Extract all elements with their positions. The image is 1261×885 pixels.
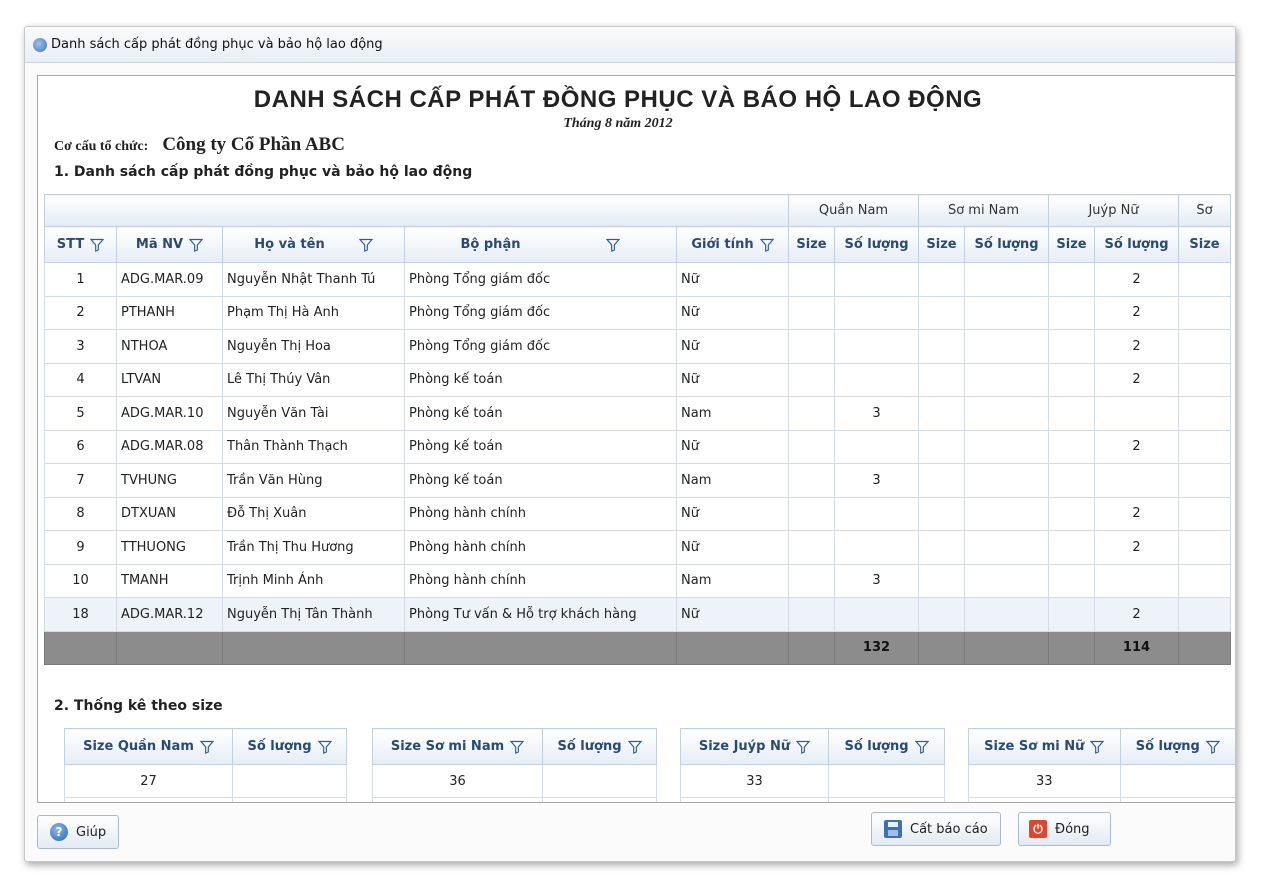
table-row[interactable]: 9 TTHUONG Trần Thị Thu Hương Phòng hành chí… [44,530,1231,565]
stat-col-qty[interactable]: Số lượng [232,728,347,765]
stat-col-qty[interactable]: Số lượng [1119,728,1235,765]
table-row[interactable]: 33 [680,764,945,798]
filter-icon[interactable] [199,740,214,754]
filter-icon[interactable] [510,740,525,754]
table-row[interactable]: 27 [64,764,347,798]
filter-icon[interactable] [189,238,204,252]
col-quan-nam-qty[interactable]: Số lượng [834,226,919,263]
filter-icon[interactable] [90,238,105,252]
stat-table-quan-nam: Size Quần Nam Số lượng 27 28 [64,728,347,802]
section1-title: 1. Danh sách cấp phát đồng phục và bảo h… [54,164,473,180]
col-ho-ten[interactable]: Họ và tên [222,226,405,263]
report-subtitle: Tháng 8 năm 2012 [563,116,673,131]
table-row[interactable]: 1 ADG.MAR.09 Nguyễn Nhật Thanh Tú Phòng Tổn… [44,262,1231,297]
group-so-mi-nam: Sơ mi Nam [918,194,1049,227]
total-quan-nam: 132 [834,630,919,665]
col-ma-nv[interactable]: Mã NV [116,226,223,263]
table-row[interactable]: 5 ADG.MAR.10 Nguyễn Văn Tài Phòng kế toán Na… [44,396,1231,431]
col-juyp-nu-size[interactable]: Size [1048,226,1095,263]
close-icon: ⏻ [1029,820,1047,838]
table-row[interactable]: 10 TMANH Trịnh Minh Ánh Phòng hành chính Nam… [44,563,1231,598]
filter-icon[interactable] [796,740,811,754]
section2-title: 2. Thống kê theo size [54,698,223,714]
org-value: Công ty Cổ Phần ABC [162,134,345,155]
report-content[interactable]: DANH SÁCH CẤP PHÁT ĐỒNG PHỤC VÀ BÁO HỘ L… [37,75,1235,803]
filter-icon[interactable] [317,740,332,754]
stat-table-juyp-nu: Size Juýp Nữ Số lượng 33 34 [680,728,945,802]
table-row[interactable]: 8 DTXUAN Đỗ Thị Xuân Phòng hành chính Nữ 2 [44,496,1231,531]
filter-icon[interactable] [1205,740,1220,754]
table-row[interactable]: 37 [372,797,657,802]
table-row[interactable]: 2 PTHANH Phạm Thị Hà Anh Phòng Tổng giám đố… [44,295,1231,330]
group-so-mi-nu: Sơ [1178,194,1231,227]
col-bo-phan[interactable]: Bộ phận [404,226,677,263]
table-row[interactable]: 34 [968,797,1235,802]
table-row[interactable]: 34 [680,797,945,802]
table-row[interactable]: 36 [372,764,657,798]
col-so-mi-nu-size[interactable]: Size [1178,226,1231,263]
report-title: DANH SÁCH CẤP PHÁT ĐỒNG PHỤC VÀ BÁO HỘ L… [253,86,983,113]
table-row-selected[interactable]: 18 ADG.MAR.12 Nguyễn Thị Tân Thành Phòng Tư… [44,597,1231,632]
title-bar: Danh sách cấp phát đồng phục và bảo hộ l… [25,27,1235,63]
help-button[interactable]: ? Giúp [37,815,120,849]
stat-table-so-mi-nu: Size Sơ mi Nữ Số lượng 33 34 [968,728,1235,802]
group-juyp-nu: Juýp Nữ [1048,194,1179,227]
close-button[interactable]: ⏻ Đóng [1018,812,1111,846]
filter-icon[interactable] [759,238,774,252]
allocation-grid: Quần Nam Sơ mi Nam Juýp Nữ Sơ STT Mã NV … [44,194,1231,665]
filter-icon[interactable] [606,238,621,252]
org-structure: Cơ cấu tổ chức: Công ty Cổ Phần ABC [54,134,345,156]
table-row[interactable]: 7 TVHUNG Trần Văn Hùng Phòng kế toán Nam 3 [44,463,1231,498]
filter-icon[interactable] [914,740,929,754]
org-label: Cơ cấu tổ chức: [54,139,149,154]
stat-col-size[interactable]: Size Sơ mi Nam [372,728,543,765]
filter-icon[interactable] [1090,740,1105,754]
report-window: Danh sách cấp phát đồng phục và bảo hộ l… [24,26,1236,862]
col-stt[interactable]: STT [44,226,117,263]
total-row: 132 114 [44,630,1231,665]
col-so-mi-nam-size[interactable]: Size [918,226,965,263]
table-row[interactable]: 6 ADG.MAR.08 Thân Thành Thạch Phòng kế toán… [44,429,1231,464]
table-row[interactable]: 4 LTVAN Lê Thị Thúy Vân Phòng kế toán Nữ 2 [44,362,1231,397]
col-juyp-nu-qty[interactable]: Số lượng [1094,226,1179,263]
help-icon: ? [50,823,68,841]
stat-col-qty[interactable]: Số lượng [828,728,945,765]
filter-icon[interactable] [627,740,642,754]
col-gioi-tinh[interactable]: Giới tính [676,226,789,263]
window-title: Danh sách cấp phát đồng phục và bảo hộ l… [51,37,383,52]
save-icon [884,820,902,838]
col-quan-nam-size[interactable]: Size [788,226,835,263]
table-row[interactable]: 3 NTHOA Nguyễn Thị Hoa Phòng Tổng giám đốc N… [44,329,1231,364]
band-empty [44,194,789,227]
stat-col-size[interactable]: Size Sơ mi Nữ [968,728,1121,765]
filter-icon[interactable] [358,238,373,252]
table-row[interactable]: 28 [64,797,347,802]
stat-col-size[interactable]: Size Juýp Nữ [680,728,829,765]
app-icon [33,37,47,52]
table-row[interactable]: 33 [968,764,1235,798]
col-so-mi-nam-qty[interactable]: Số lượng [964,226,1049,263]
total-juyp-nu: 114 [1094,630,1179,665]
save-report-button[interactable]: Cất báo cáo [871,812,1001,846]
stat-table-so-mi-nam: Size Sơ mi Nam Số lượng 36 37 [372,728,657,802]
stat-col-size[interactable]: Size Quần Nam [64,728,233,765]
stat-col-qty[interactable]: Số lượng [542,728,657,765]
group-quan-nam: Quần Nam [788,194,919,227]
